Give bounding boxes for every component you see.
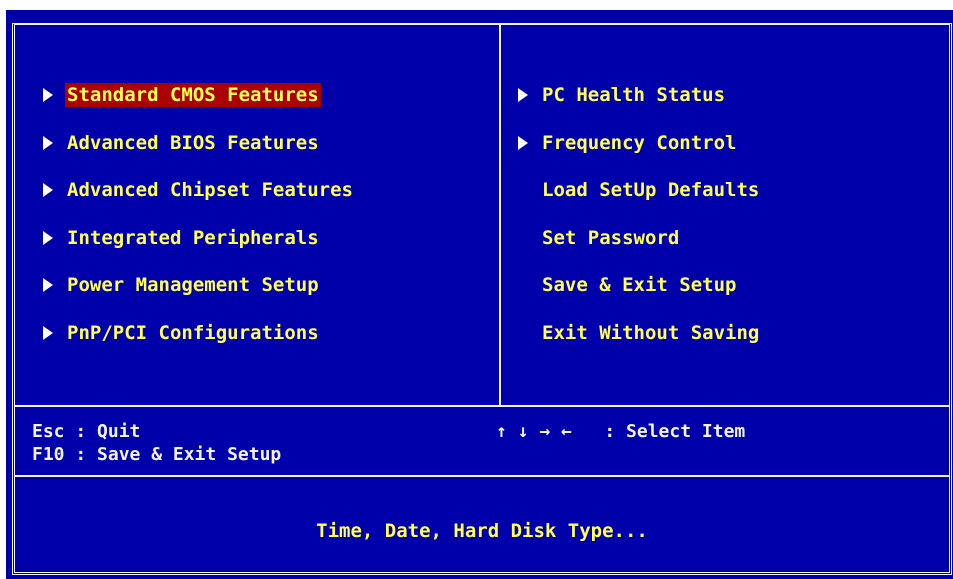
submenu-arrow-icon — [43, 325, 53, 340]
help-bottom-divider — [15, 475, 949, 477]
submenu-arrow-icon — [43, 278, 53, 292]
submenu-arrow-icon — [43, 183, 53, 197]
menu-item-integrated-peripherals[interactable]: Integrated Peripherals — [43, 226, 355, 250]
help-esc-quit: Esc : Quit — [32, 421, 141, 442]
bios-screen: Standard CMOS Features Advanced BIOS Fea… — [6, 10, 953, 579]
menu-item-standard-cmos-features[interactable]: Standard CMOS Features — [43, 83, 355, 107]
submenu-arrow-icon — [43, 230, 53, 245]
menu-bottom-divider — [15, 405, 949, 407]
menu-item-pc-health-status[interactable]: PC Health Status — [518, 83, 761, 107]
item-description: Time, Date, Hard Disk Type... — [316, 520, 648, 542]
submenu-arrow-icon — [518, 88, 528, 102]
help-f10-save-exit: F10 : Save & Exit Setup — [32, 444, 282, 465]
help-select-item: ↑ ↓ → ← : Select Item — [496, 421, 746, 442]
submenu-arrow-icon — [43, 88, 53, 102]
bios-frame: Standard CMOS Features Advanced BIOS Fea… — [12, 23, 952, 575]
submenu-arrow-icon — [43, 135, 53, 150]
menu-item-frequency-control[interactable]: Frequency Control — [518, 131, 761, 155]
menu-item-power-management-setup[interactable]: Power Management Setup — [43, 273, 355, 297]
submenu-arrow-icon — [518, 135, 528, 150]
menu-item-set-password[interactable]: Set Password — [518, 226, 761, 250]
menu-item-load-setup-defaults[interactable]: Load SetUp Defaults — [518, 178, 761, 202]
menu-item-advanced-bios-features[interactable]: Advanced BIOS Features — [43, 131, 355, 155]
left-menu: Standard CMOS Features Advanced BIOS Fea… — [43, 83, 355, 368]
right-menu: PC Health Status Frequency Control Load … — [518, 83, 761, 368]
menu-item-save-exit-setup[interactable]: Save & Exit Setup — [518, 273, 761, 297]
menu-item-advanced-chipset-features[interactable]: Advanced Chipset Features — [43, 178, 355, 202]
key-help-left: Esc : Quit F10 : Save & Exit Setup — [32, 420, 281, 466]
column-divider — [499, 25, 501, 405]
menu-item-exit-without-saving[interactable]: Exit Without Saving — [518, 321, 761, 345]
menu-item-pnp-pci-configurations[interactable]: PnP/PCI Configurations — [43, 321, 355, 345]
